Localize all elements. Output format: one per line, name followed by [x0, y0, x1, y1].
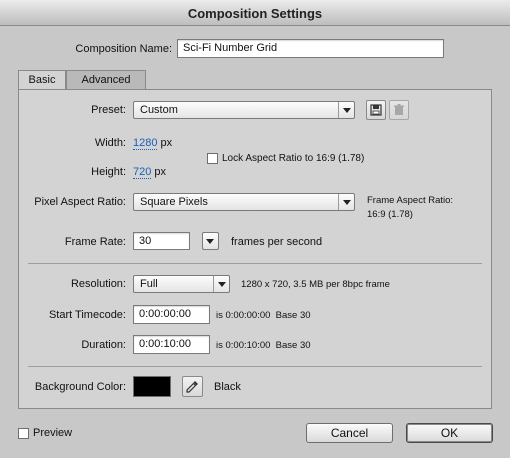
- pixel-aspect-dropdown[interactable]: Square Pixels: [133, 193, 355, 211]
- chevron-down-icon: [338, 194, 354, 210]
- window-title: Composition Settings: [187, 6, 323, 21]
- save-preset-button[interactable]: [366, 100, 386, 120]
- frame-rate-label: Frame Rate:: [64, 236, 126, 248]
- frame-rate-unit: frames per second: [231, 236, 323, 248]
- resolution-value: Full: [140, 278, 158, 290]
- height-label: Height:: [91, 166, 126, 178]
- chevron-down-icon: [213, 276, 229, 292]
- width-unit: px: [160, 137, 173, 149]
- duration-info: is 0:00:10:00 Base 30: [216, 340, 311, 351]
- cancel-button-label: Cancel: [330, 426, 369, 440]
- eyedropper-button[interactable]: [182, 376, 203, 397]
- preset-value: Custom: [140, 104, 178, 116]
- resolution-info: 1280 x 720, 3.5 MB per 8bpc frame: [241, 279, 390, 290]
- width-value[interactable]: 1280: [133, 137, 158, 150]
- tab-advanced-label: Advanced: [81, 74, 131, 86]
- ok-button[interactable]: OK: [406, 423, 493, 443]
- cancel-button[interactable]: Cancel: [306, 423, 393, 443]
- tab-basic[interactable]: Basic: [18, 70, 66, 90]
- frame-rate-input[interactable]: 30: [133, 232, 190, 250]
- separator: [28, 263, 482, 264]
- eyedropper-icon: [186, 381, 198, 393]
- height-field[interactable]: 720 px: [133, 166, 167, 179]
- frame-rate-value: 30: [139, 235, 152, 247]
- tab-basic-label: Basic: [28, 74, 56, 86]
- duration-input[interactable]: 0:00:10:00: [133, 335, 210, 354]
- background-color-swatch[interactable]: [133, 376, 171, 397]
- height-value[interactable]: 720: [133, 166, 152, 179]
- lock-aspect-checkbox[interactable]: [207, 153, 218, 164]
- pixel-aspect-value: Square Pixels: [140, 196, 208, 208]
- background-color-label: Background Color:: [34, 381, 126, 393]
- height-unit: px: [154, 166, 167, 178]
- resolution-label: Resolution:: [70, 278, 126, 290]
- trash-icon: [394, 104, 404, 115]
- background-color-name: Black: [214, 381, 241, 393]
- start-timecode-value: 0:00:00:00: [139, 308, 191, 320]
- ok-button-label: OK: [440, 426, 459, 440]
- preset-label: Preset:: [91, 104, 126, 116]
- chevron-down-icon: [202, 233, 218, 249]
- lock-aspect-label: Lock Aspect Ratio to 16:9 (1.78): [222, 153, 365, 164]
- frame-aspect-value: 16:9 (1.78): [367, 209, 413, 220]
- resolution-dropdown[interactable]: Full: [133, 275, 230, 293]
- start-timecode-label: Start Timecode:: [48, 309, 126, 321]
- pixel-aspect-label: Pixel Aspect Ratio:: [34, 196, 126, 208]
- title-bar: Composition Settings: [0, 0, 510, 26]
- delete-preset-button[interactable]: [389, 100, 409, 120]
- duration-label: Duration:: [81, 339, 126, 351]
- separator: [28, 366, 482, 367]
- start-timecode-input[interactable]: 0:00:00:00: [133, 305, 210, 324]
- tab-advanced[interactable]: Advanced: [66, 70, 146, 89]
- preview-checkbox[interactable]: [18, 428, 29, 439]
- composition-name-label: Composition Name:: [75, 43, 172, 55]
- width-field[interactable]: 1280 px: [133, 137, 173, 150]
- frame-rate-dropdown[interactable]: [202, 232, 219, 250]
- composition-name-value: Sci-Fi Number Grid: [183, 42, 278, 54]
- composition-name-input[interactable]: Sci-Fi Number Grid: [177, 39, 444, 58]
- frame-aspect-label: Frame Aspect Ratio:: [367, 195, 454, 206]
- preview-label: Preview: [33, 427, 73, 439]
- chevron-down-icon: [338, 102, 354, 118]
- start-timecode-info: is 0:00:00:00 Base 30: [216, 310, 311, 321]
- width-label: Width:: [94, 137, 126, 149]
- save-preset-icon: [370, 104, 382, 116]
- preset-dropdown[interactable]: Custom: [133, 101, 355, 119]
- duration-value: 0:00:10:00: [139, 338, 191, 350]
